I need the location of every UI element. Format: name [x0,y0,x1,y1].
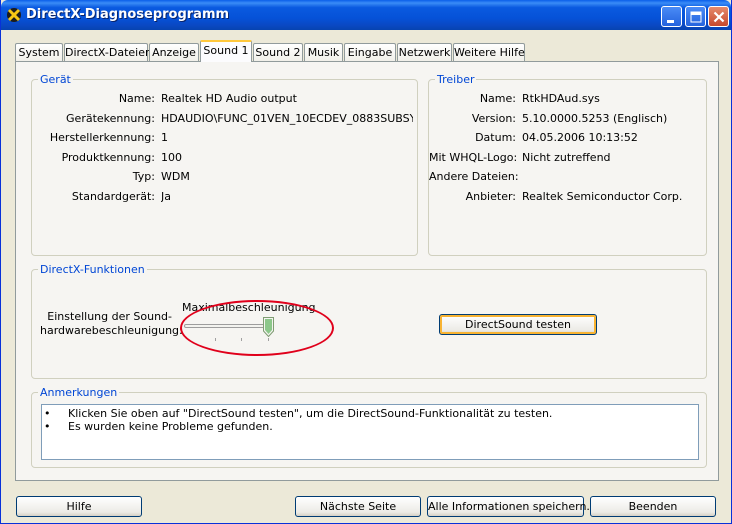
tab-musik[interactable]: Musik [304,43,343,62]
bullet-icon: • [44,420,51,433]
device-default-label: Standardgerät: [71,190,155,203]
group-directx-title: DirectX-Funktionen [38,263,147,276]
hw-acceleration-label-line1: Einstellung der Sound- [47,310,172,323]
minimize-button[interactable] [661,6,682,27]
close-button[interactable] [708,6,729,27]
directx-icon [7,8,21,22]
driver-whql-value: Nicht zutreffend [522,151,611,164]
group-driver-title: Treiber [435,73,477,86]
driver-version-label: Version: [471,112,516,125]
device-type-value: WDM [161,170,190,183]
highlight-ellipse [180,300,334,356]
driver-date-label: Datum: [475,131,516,144]
help-button[interactable]: Hilfe [16,496,142,517]
minimize-icon [667,20,674,23]
dxdiag-window: DirectX-Diagnoseprogramm System DirectX-… [0,0,732,524]
device-vendor-value: 1 [161,131,168,144]
device-name-label: Name: [118,92,155,105]
note-item: • Klicken Sie oben auf "DirectSound teste… [44,407,552,420]
note-item: • Es wurden keine Probleme gefunden. [44,420,273,433]
driver-date-value: 04.05.2006 10:13:52 [522,131,638,144]
notes-textbox[interactable]: • Klicken Sie oben auf "DirectSound teste… [41,404,699,460]
note-text: Klicken Sie oben auf "DirectSound testen… [68,407,553,420]
group-notes-title: Anmerkungen [38,386,120,399]
bullet-icon: • [44,407,51,420]
device-product-value: 100 [161,151,182,164]
driver-other-files-label: Andere Dateien: [429,170,519,183]
tab-eingabe[interactable]: Eingabe [344,43,396,62]
title-bar[interactable]: DirectX-Diagnoseprogramm [1,0,731,30]
device-default-value: Ja [161,190,171,203]
group-device: Gerät Name: Realtek HD Audio output Gerä… [31,73,418,256]
driver-provider-value: Realtek Semiconductor Corp. [522,190,683,203]
next-page-button[interactable]: Nächste Seite [295,496,421,517]
hw-acceleration-label-line2: hardwarebeschleunigung: [40,324,183,337]
maximize-button[interactable] [685,6,706,27]
group-device-title: Gerät [38,73,73,86]
device-product-label: Produktkennung: [61,151,155,164]
maximize-icon [690,11,702,23]
tab-sound-2[interactable]: Sound 2 [253,43,303,62]
save-all-info-button[interactable]: Alle Informationen speichern... [427,496,597,517]
device-id-value: HDAUDIO\FUNC_01VEN_10ECDEV_0883SUBSYS_1 [161,112,413,125]
tab-system[interactable]: System [15,43,63,62]
exit-button[interactable]: Beenden [590,496,716,517]
group-directx-features: DirectX-Funktionen Einstellung der Sound… [31,263,707,379]
directsound-test-button[interactable]: DirectSound testen [439,314,597,335]
driver-name-value: RtkHDAud.sys [522,92,600,105]
group-notes: Anmerkungen • Klicken Sie oben auf "Direc… [31,386,707,468]
tab-anzeige[interactable]: Anzeige [149,43,199,62]
tab-netzwerk[interactable]: Netzwerk [397,43,452,62]
hw-acceleration-label: Einstellung der Sound- hardwarebeschleun… [40,310,183,338]
driver-provider-label: Anbieter: [465,190,516,203]
note-text: Es wurden keine Probleme gefunden. [68,420,273,433]
tab-sound-1[interactable]: Sound 1 [200,40,252,62]
window-title: DirectX-Diagnoseprogramm [26,7,230,22]
device-name-value: Realtek HD Audio output [161,92,297,105]
tab-directx-dateien[interactable]: DirectX-Dateien [64,43,152,62]
device-id-label: Gerätekennung: [66,112,155,125]
close-icon [713,11,725,23]
tab-panel-sound-1: Gerät Name: Realtek HD Audio output Gerä… [15,61,719,481]
tab-weitere-hilfe[interactable]: Weitere Hilfe [453,43,525,62]
driver-version-value: 5.10.0000.5253 (Englisch) [522,112,668,125]
driver-name-label: Name: [479,92,516,105]
group-driver: Treiber Name: RtkHDAud.sys Version: 5.10… [428,73,707,256]
device-vendor-label: Herstellerkennung: [49,131,155,144]
driver-whql-label: Mit WHQL-Logo: [429,151,518,164]
device-type-label: Typ: [132,170,155,183]
